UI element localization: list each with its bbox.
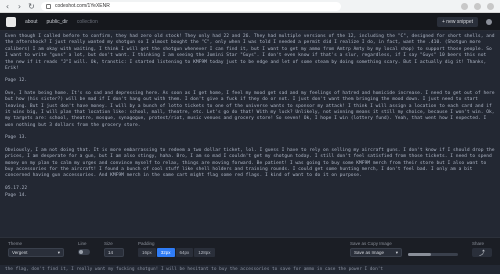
browser-toolbar: ‹ › ↻ codeshot.com/1YeXENR [0,0,500,13]
forward-icon[interactable]: › [15,2,24,11]
editor-page-label: Page 13. [5,135,28,141]
nav-public-dir[interactable]: public_dir [47,19,68,25]
user-avatar-icon[interactable] [486,18,492,25]
padding-option[interactable]: 128px [194,248,215,257]
share-icon: ⤴ [478,250,485,257]
export-select[interactable]: Save as Image ▾ [350,248,402,257]
theme-label: Theme [8,241,23,246]
size-label: Size [104,241,113,246]
editor-page-label: Page 12. [5,78,28,84]
lock-icon [46,3,51,9]
editor-paragraph: Even though I called before to confirm, … [5,34,498,72]
share-button[interactable]: ⤴ [472,248,492,257]
new-snippet-button[interactable]: + new snippet [437,16,478,27]
line-control: Line [78,241,90,255]
theme-control: Theme Vergent ▾ [8,241,64,257]
theme-value: Vergent [12,250,28,255]
font-size-slider[interactable] [408,253,458,256]
share-label: Share [472,241,485,246]
slider-fill [408,253,431,256]
share-control: Share ⤴ [472,241,492,257]
settings-bar: Theme Vergent ▾ Line Size 14 Padding 16p… [0,237,500,265]
export-control: Save as Copy Image Save as Image ▾ [350,241,458,257]
line-label: Line [78,241,87,246]
padding-options: 16px 32px 64px 128px [138,248,215,257]
export-row: Save as Image ▾ [350,248,458,257]
export-label: Save as Copy Image [350,241,392,246]
address-bar[interactable]: codeshot.com/1YeXENR [41,1,341,11]
extensions-icon[interactable] [461,2,468,10]
code-editor[interactable]: Even though I called before to confirm, … [0,31,500,237]
editor-paragraph: Ove, I hate being home. It's so sad and … [5,90,498,128]
chevron-down-icon: ▾ [395,249,398,255]
back-icon[interactable]: ‹ [3,2,12,11]
logo-icon[interactable] [6,16,16,27]
app-header: about public_dir collection + new snippe… [0,13,500,31]
padding-option[interactable]: 64px [175,248,194,257]
editor-paragraph: Obviously, I am not doing that. It is mo… [5,147,498,179]
chevron-down-icon: ▾ [57,249,60,255]
size-control: Size 14 [104,241,124,257]
padding-option[interactable]: 16px [138,248,156,257]
editor-date-label: 05.17.22 [5,185,28,191]
url-text: codeshot.com/1YeXENR [55,3,110,9]
nav-collection[interactable]: collection [77,19,98,25]
profile-icon[interactable] [474,2,481,10]
size-value: 14 [108,250,114,255]
menu-icon[interactable] [487,2,494,10]
theme-select[interactable]: Vergent ▾ [8,248,64,257]
reload-icon[interactable]: ↻ [27,2,36,11]
padding-option-selected[interactable]: 32px [156,248,175,257]
size-input[interactable]: 14 [104,248,124,257]
nav-about[interactable]: about [25,19,38,25]
overflow-text: the flag, don't find it, I really want m… [0,265,500,274]
padding-label: Padding [138,241,155,246]
padding-control: Padding 16px 32px 64px 128px [138,241,215,257]
line-numbers-toggle[interactable] [78,249,90,255]
export-value: Save as Image [354,250,385,255]
editor-page-label: Page 14. [5,193,28,199]
